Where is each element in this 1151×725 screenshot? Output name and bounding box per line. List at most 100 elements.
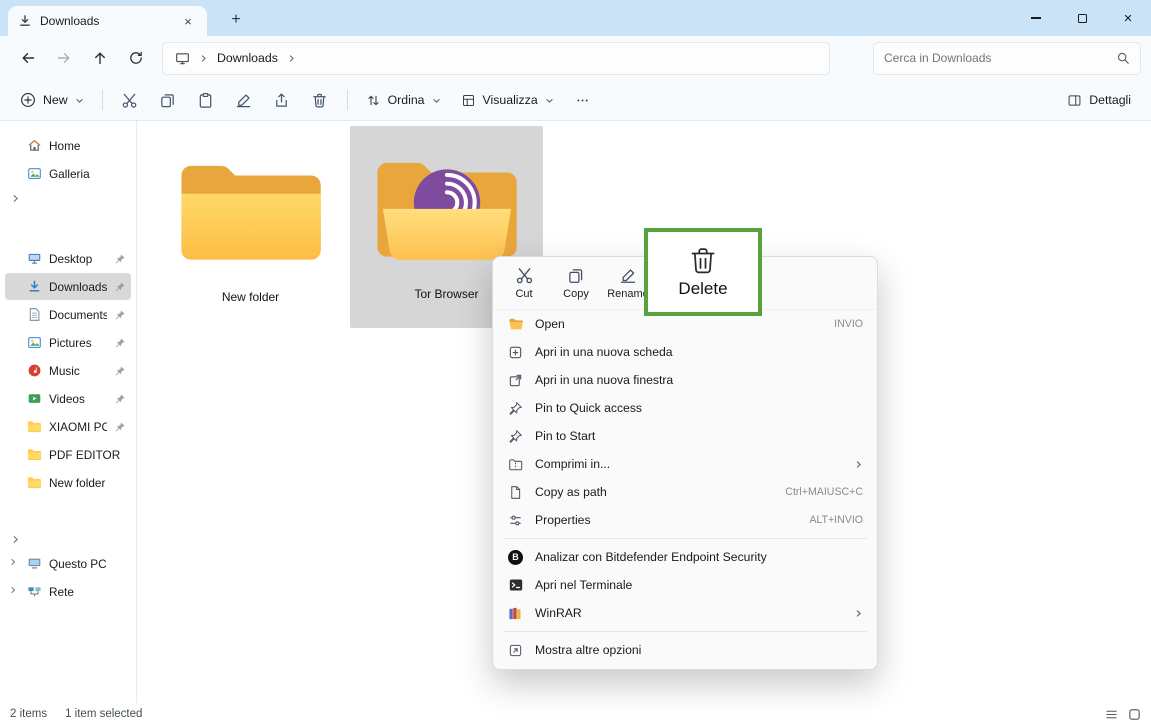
- maximize-button[interactable]: [1059, 0, 1105, 36]
- close-icon: ×: [1124, 11, 1133, 26]
- submenu-chevron-icon: [854, 460, 863, 469]
- rename-button[interactable]: [225, 84, 263, 116]
- context-menu: Cut Copy Rename Open INVIO Apri in una n…: [492, 256, 878, 670]
- forward-button[interactable]: [46, 41, 82, 75]
- back-button[interactable]: [10, 41, 46, 75]
- new-tab-button[interactable]: +: [224, 8, 248, 32]
- paste-button[interactable]: [187, 84, 225, 116]
- selected-count-label: 1 item selected: [65, 708, 142, 720]
- minimize-button[interactable]: [1013, 0, 1059, 36]
- tab-downloads[interactable]: Downloads ×: [8, 6, 207, 36]
- sidebar-item-label: Music: [49, 364, 80, 378]
- menu-item-properties[interactable]: Properties ALT+INVIO: [493, 506, 877, 534]
- menu-item-open-terminal[interactable]: Apri nel Terminale: [493, 571, 877, 599]
- delete-highlight-annotation[interactable]: Delete: [644, 228, 762, 316]
- quick-cut-button[interactable]: Cut: [498, 266, 550, 300]
- navigation-bar: Downloads: [0, 36, 1151, 80]
- menu-item-compress[interactable]: Comprimi in...: [493, 450, 877, 478]
- details-pane-button[interactable]: Dettagli: [1057, 84, 1141, 116]
- file-name-label: New folder: [222, 290, 279, 304]
- close-button[interactable]: ×: [1105, 0, 1151, 36]
- downloads-icon: [27, 279, 42, 294]
- submenu-chevron-icon: [854, 609, 863, 618]
- view-button[interactable]: Visualizza: [451, 84, 564, 116]
- large-icons-view-toggle[interactable]: [1128, 708, 1141, 721]
- menu-item-open-new-tab[interactable]: Apri in una nuova scheda: [493, 338, 877, 366]
- menu-item-pin-quick-access[interactable]: Pin to Quick access: [493, 394, 877, 422]
- menu-item-label: Analizar con Bitdefender Endpoint Securi…: [535, 550, 863, 564]
- titlebar: Downloads × + ×: [0, 0, 1151, 36]
- menu-item-label: WinRAR: [535, 606, 843, 620]
- sidebar-item-xiaomi-poco-f[interactable]: XIAOMI POCO F: [5, 413, 131, 440]
- chevron-down-icon: [545, 96, 554, 105]
- sidebar-item-label: Pictures: [49, 336, 92, 350]
- status-bar: 2 items 1 item selected: [0, 703, 1151, 725]
- menu-item-label: Copy as path: [535, 485, 774, 499]
- sidebar-item-label: Desktop: [49, 252, 92, 266]
- sidebar-item-documents[interactable]: Documents: [5, 301, 131, 328]
- breadcrumb-chevron-icon: [287, 54, 296, 63]
- menu-item-winrar[interactable]: WinRAR: [493, 599, 877, 627]
- share-button[interactable]: [263, 84, 301, 116]
- search-input[interactable]: [884, 51, 1108, 65]
- copy-button[interactable]: [149, 84, 187, 116]
- more-options-button[interactable]: [564, 84, 602, 116]
- up-button[interactable]: [82, 41, 118, 75]
- delete-button[interactable]: [301, 84, 339, 116]
- file-explorer-window: Downloads × + × Down: [0, 0, 1151, 725]
- sidebar-item-questo-pc[interactable]: Questo PC: [5, 550, 131, 577]
- file-tile-new-folder[interactable]: New folder: [154, 129, 347, 327]
- tab-close-icon[interactable]: ×: [179, 12, 197, 30]
- sidebar-item-label: New folder: [49, 476, 105, 490]
- sidebar-item-new-folder[interactable]: New folder: [5, 469, 131, 496]
- cut-button[interactable]: [111, 84, 149, 116]
- sort-button[interactable]: Ordina: [356, 84, 451, 116]
- sidebar-item-pdf-editor[interactable]: PDF EDITOR: [5, 441, 131, 468]
- sidebar-item-pictures[interactable]: Pictures: [5, 329, 131, 356]
- shortcut-label: INVIO: [834, 318, 863, 330]
- pictures-icon: [27, 335, 42, 350]
- tree-expander[interactable]: [0, 529, 136, 549]
- sidebar-item-label: Questo PC: [49, 557, 107, 571]
- document-path-icon: [507, 485, 524, 500]
- menu-item-open-new-window[interactable]: Apri in una nuova finestra: [493, 366, 877, 394]
- pin-icon: [507, 429, 524, 444]
- tree-expander[interactable]: [0, 188, 136, 208]
- sidebar-item-desktop[interactable]: Desktop: [5, 245, 131, 272]
- sidebar-item-rete[interactable]: Rete: [5, 578, 131, 605]
- new-button[interactable]: New: [10, 84, 94, 116]
- tree-expander-icon[interactable]: [9, 586, 17, 594]
- menu-item-label: Open: [535, 317, 823, 331]
- network-icon: [27, 584, 42, 599]
- quick-copy-button[interactable]: Copy: [550, 267, 602, 300]
- copy-icon: [567, 267, 585, 285]
- new-tab-icon: [507, 345, 524, 360]
- pin-icon: [114, 253, 126, 265]
- address-bar[interactable]: Downloads: [162, 42, 830, 75]
- details-view-toggle[interactable]: [1105, 708, 1118, 721]
- menu-item-label: Apri nel Terminale: [535, 578, 863, 592]
- menu-item-label: Apri in una nuova finestra: [535, 373, 863, 387]
- sidebar-item-downloads[interactable]: Downloads: [5, 273, 131, 300]
- sidebar-item-videos[interactable]: Videos: [5, 385, 131, 412]
- sidebar-item-label: Home: [49, 139, 80, 153]
- sidebar-item-galleria[interactable]: Galleria: [5, 160, 131, 187]
- sidebar-item-label: Documents: [49, 308, 107, 322]
- menu-item-bitdefender-scan[interactable]: B Analizar con Bitdefender Endpoint Secu…: [493, 543, 877, 571]
- sidebar-item-home[interactable]: Home: [5, 132, 131, 159]
- maximize-icon: [1078, 14, 1087, 23]
- search-box[interactable]: [873, 42, 1141, 75]
- breadcrumb[interactable]: Downloads: [217, 51, 278, 65]
- menu-item-label: Properties: [535, 513, 798, 527]
- refresh-button[interactable]: [118, 41, 154, 75]
- tor-browser-folder-icon: [371, 152, 523, 269]
- folder-icon: [27, 447, 42, 462]
- sidebar-item-music[interactable]: Music: [5, 357, 131, 384]
- scissors-icon: [515, 266, 534, 285]
- trash-icon: [688, 246, 718, 276]
- terminal-icon: [507, 577, 524, 593]
- menu-item-copy-as-path[interactable]: Copy as path Ctrl+MAIUSC+C: [493, 478, 877, 506]
- menu-item-show-more-options[interactable]: Mostra altre opzioni: [493, 636, 877, 664]
- tree-expander-icon[interactable]: [9, 558, 17, 566]
- menu-item-pin-to-start[interactable]: Pin to Start: [493, 422, 877, 450]
